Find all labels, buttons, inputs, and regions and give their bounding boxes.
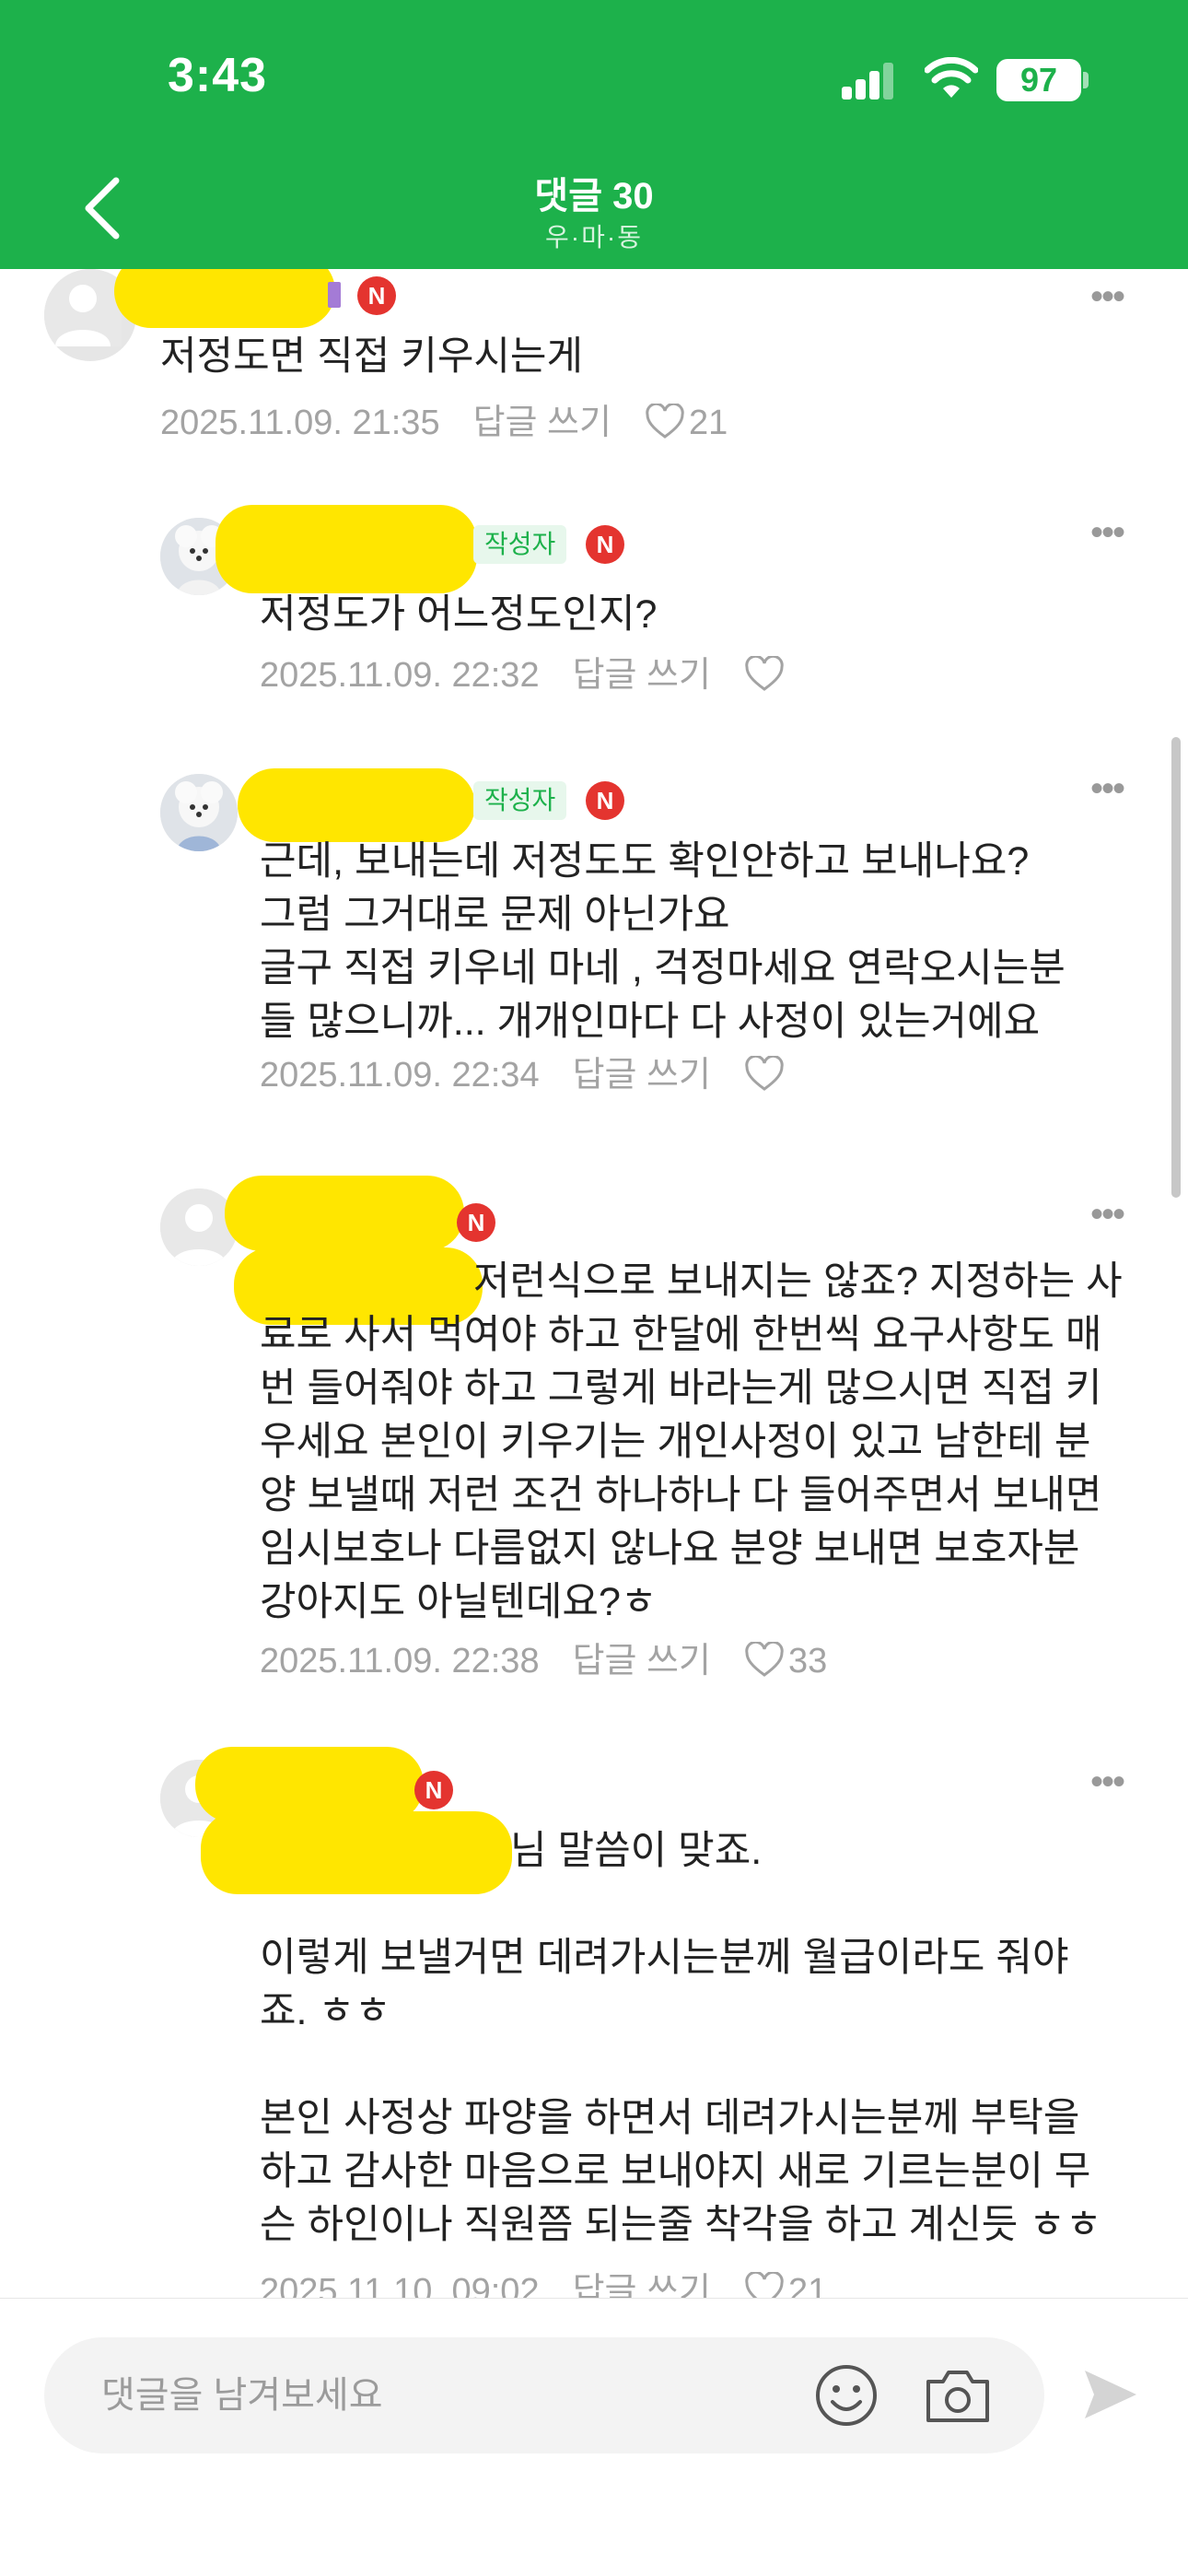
heart-outline-icon [745, 1640, 784, 1677]
comment-date: 2025.11.10. 09:02 [260, 2272, 540, 2298]
comment-item: N ••• 저정도면 직접 키우시는게 2025.11.09. 21:35 답글 … [0, 269, 1188, 490]
nickname-redacted[interactable] [225, 1176, 464, 1251]
reply-item: N ••• 저런식으로 보내지는 않죠? 지정하는 사 료로 사서 먹여야 하고… [0, 1176, 1188, 1723]
like-button[interactable] [744, 652, 788, 698]
like-count: 21 [688, 404, 728, 442]
reply-item: 작성자 N ••• 근데, 보내는데 저정도도 확인안하고 보내나요? 그럼 그… [0, 768, 1188, 1142]
like-button[interactable]: 33 [744, 1638, 827, 1684]
battery-tip [1083, 72, 1089, 88]
scrollbar[interactable] [1171, 737, 1181, 1198]
heart-outline-icon [745, 1054, 784, 1091]
comment-text: 저정도면 직접 키우시는게 [160, 334, 584, 379]
reply-item: 작성자 N ••• 저정도가 어느정도인지? 2025.11.09. 22:32… [0, 505, 1188, 720]
comment-meta: 2025.11.09. 22:38 답글 쓰기 33 [260, 1638, 827, 1684]
avatar[interactable] [160, 774, 238, 851]
comment-input[interactable]: 댓글을 남겨보세요 [44, 2337, 1044, 2453]
member-level-badge [328, 282, 341, 308]
comment-meta: 2025.11.09. 21:35 답글 쓰기 21 [160, 400, 728, 446]
wifi-icon [925, 57, 978, 98]
heart-outline-icon [646, 402, 684, 439]
reply-button[interactable]: 답글 쓰기 [573, 652, 711, 698]
naver-badge: N [457, 1203, 495, 1242]
reply-item: N ••• 님 말씀이 맞죠. 이렇게 보낼거면 데려가시는분께 월급이라도 줘… [0, 1747, 1188, 2298]
nickname-redacted[interactable] [215, 505, 477, 593]
more-options-button[interactable]: ••• [1079, 278, 1135, 322]
cellular-signal-icon [842, 63, 895, 100]
more-options-button[interactable]: ••• [1079, 770, 1135, 814]
comment-meta: 2025.11.09. 22:32 답글 쓰기 [260, 652, 788, 698]
comment-date: 2025.11.09. 22:38 [260, 1642, 540, 1680]
reply-button[interactable]: 답글 쓰기 [573, 2268, 711, 2298]
comment-date: 2025.11.09. 22:34 [260, 1056, 540, 1095]
cafe-name: 우·마·동 [545, 223, 643, 252]
comment-text: 저정도가 어느정도인지? [260, 592, 658, 637]
camera-icon[interactable] [923, 2365, 993, 2426]
comment-date: 2025.11.09. 22:32 [260, 656, 540, 695]
more-options-button[interactable]: ••• [1079, 514, 1135, 558]
author-badge: 작성자 [473, 781, 567, 820]
battery-indicator: 97 [996, 59, 1081, 101]
like-count: 21 [787, 2272, 828, 2298]
more-options-button[interactable]: ••• [1079, 1763, 1135, 1808]
like-button[interactable]: 21 [645, 400, 728, 446]
author-badge: 작성자 [473, 525, 567, 564]
smiley-icon[interactable] [814, 2363, 879, 2428]
comment-text: 님 말씀이 맞죠. 이렇게 보낼거면 데려가시는분께 월급이라도 줘야 죠. ㅎ… [260, 1829, 1102, 2247]
nickname-redacted[interactable] [114, 269, 335, 328]
page-title: 댓글 30 [534, 176, 654, 217]
like-button[interactable]: 21 [744, 2268, 827, 2298]
naver-badge: N [586, 525, 624, 564]
like-count: 33 [787, 1642, 828, 1680]
naver-badge: N [357, 276, 396, 315]
heart-outline-icon [745, 2270, 784, 2298]
comment-text: 근데, 보내는데 저정도도 확인안하고 보내나요? 그럼 그거대로 문제 아닌가… [260, 839, 1066, 1044]
comment-composer: 댓글을 남겨보세요 [0, 2298, 1188, 2576]
naver-badge: N [414, 1771, 453, 1809]
status-time: 3:43 [168, 49, 268, 102]
reply-button[interactable]: 답글 쓰기 [573, 1638, 711, 1684]
nickname-redacted[interactable] [238, 768, 475, 842]
heart-outline-icon [745, 654, 784, 691]
reply-button[interactable]: 답글 쓰기 [573, 1052, 711, 1098]
send-icon[interactable] [1081, 2365, 1140, 2424]
comment-date: 2025.11.09. 21:35 [160, 404, 440, 442]
comment-text: 저런식으로 보내지는 않죠? 지정하는 사 료로 사서 먹여야 하고 한달에 한… [260, 1259, 1123, 1624]
like-button[interactable] [744, 1052, 788, 1098]
comment-meta: 2025.11.09. 22:34 답글 쓰기 [260, 1052, 788, 1098]
comment-input-placeholder: 댓글을 남겨보세요 [101, 2375, 383, 2416]
comment-list[interactable]: N ••• 저정도면 직접 키우시는게 2025.11.09. 21:35 답글 … [0, 269, 1188, 2298]
more-options-button[interactable]: ••• [1079, 1196, 1135, 1240]
reply-button[interactable]: 답글 쓰기 [473, 400, 611, 446]
app-header: 3:43 97 댓글 30 우·마·동 [0, 0, 1188, 269]
comment-meta: 2025.11.10. 09:02 답글 쓰기 21 [260, 2268, 827, 2298]
naver-badge: N [586, 781, 624, 820]
